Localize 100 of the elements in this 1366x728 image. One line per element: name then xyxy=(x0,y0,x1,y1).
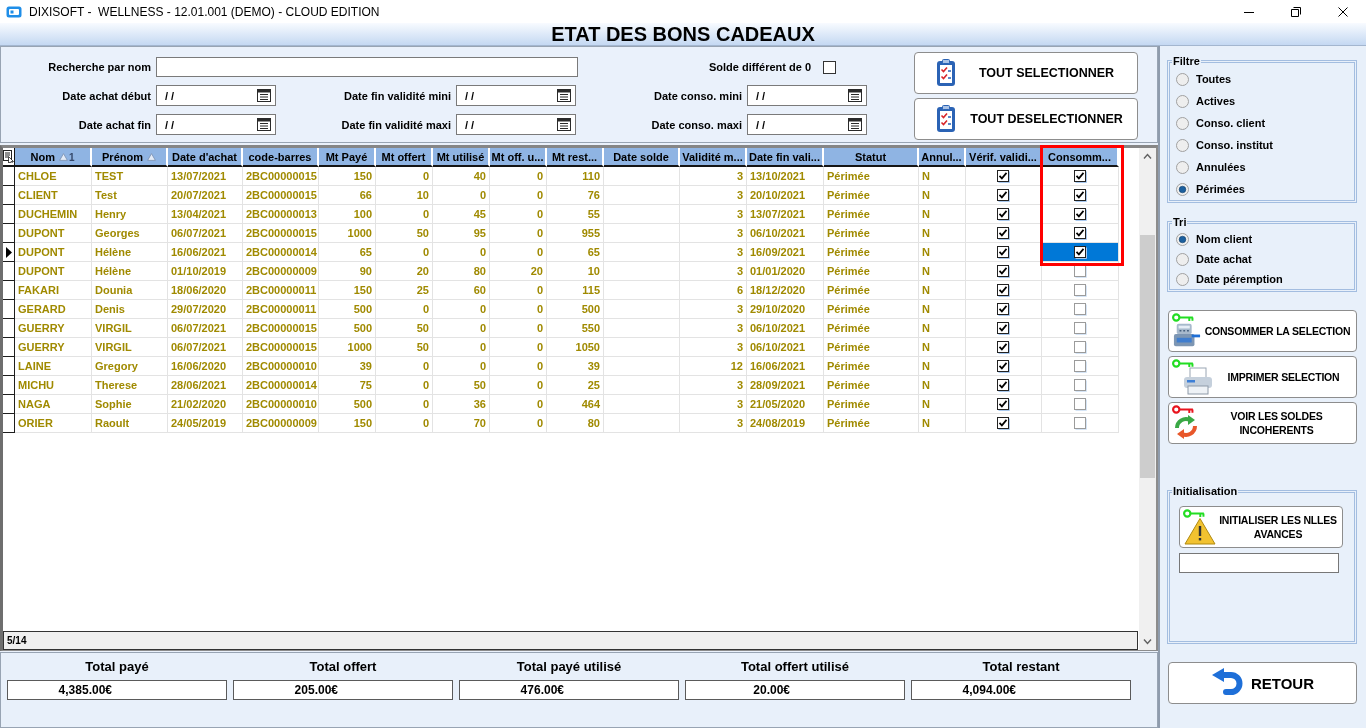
row-selector[interactable] xyxy=(3,338,15,357)
row-selector[interactable] xyxy=(3,186,15,205)
radio-option[interactable]: Conso. institut xyxy=(1176,134,1350,156)
back-button[interactable]: RETOUR xyxy=(1168,662,1357,704)
calendar-icon[interactable] xyxy=(848,118,862,131)
checkbox[interactable] xyxy=(997,359,1010,373)
row-selector[interactable] xyxy=(3,167,15,186)
checkbox[interactable] xyxy=(1073,378,1087,392)
radio-option[interactable]: Périmées xyxy=(1176,178,1350,200)
radio-option[interactable]: Date péremption xyxy=(1176,269,1350,289)
column-header[interactable]: Date solde xyxy=(604,148,680,167)
checkbox[interactable] xyxy=(997,321,1010,335)
radio-button[interactable] xyxy=(1176,94,1189,108)
row-selector[interactable] xyxy=(3,414,15,433)
checkbox[interactable] xyxy=(1073,302,1087,316)
radio-button[interactable] xyxy=(1176,182,1189,196)
calendar-icon[interactable] xyxy=(557,89,571,102)
calendar-icon[interactable] xyxy=(257,89,271,102)
checkbox[interactable] xyxy=(997,264,1010,278)
checkbox[interactable] xyxy=(997,226,1010,240)
column-header[interactable]: code-barres xyxy=(243,148,319,167)
column-header[interactable]: Prénom xyxy=(92,148,168,167)
chevron-down-icon[interactable] xyxy=(1143,638,1152,645)
row-selector[interactable] xyxy=(3,281,15,300)
row-selector[interactable] xyxy=(3,205,15,224)
chevron-up-icon[interactable] xyxy=(1143,153,1152,160)
checkbox[interactable] xyxy=(997,416,1010,430)
checkbox[interactable] xyxy=(997,169,1010,183)
column-header[interactable]: Consomm... xyxy=(1042,148,1119,167)
checkbox[interactable] xyxy=(1073,359,1087,373)
radio-button[interactable] xyxy=(1176,116,1189,130)
column-header[interactable]: Mt rest... xyxy=(547,148,604,167)
checkbox[interactable] xyxy=(997,378,1010,392)
calendar-icon[interactable] xyxy=(848,89,862,102)
checkbox[interactable] xyxy=(823,60,836,74)
checkbox[interactable] xyxy=(997,207,1010,221)
radio-button[interactable] xyxy=(1176,160,1189,174)
radio-option[interactable]: Annulées xyxy=(1176,156,1350,178)
radio-button[interactable] xyxy=(1176,72,1189,86)
text-field[interactable] xyxy=(1179,553,1339,573)
action-button[interactable]: IMPRIMER SELECTION xyxy=(1168,356,1357,398)
radio-button[interactable] xyxy=(1176,138,1189,152)
calendar-icon[interactable] xyxy=(557,118,571,131)
radio-option[interactable]: Conso. client xyxy=(1176,112,1350,134)
checkbox[interactable] xyxy=(1073,226,1087,240)
action-button[interactable]: VOIR LES SOLDES INCOHERENTS xyxy=(1168,402,1357,444)
row-selector[interactable] xyxy=(3,395,15,414)
scroll-thumb[interactable] xyxy=(1140,235,1155,478)
date-field[interactable]: / / xyxy=(456,85,576,106)
radio-option[interactable]: Nom client xyxy=(1176,229,1350,249)
checkbox[interactable] xyxy=(1073,264,1087,278)
checkbox[interactable] xyxy=(997,188,1010,202)
checkbox[interactable] xyxy=(1073,207,1087,221)
select-button[interactable]: TOUT SELECTIONNER xyxy=(914,52,1138,94)
checkbox[interactable] xyxy=(1073,340,1087,354)
checkbox[interactable] xyxy=(1073,245,1087,259)
column-header[interactable]: Mt utilisé xyxy=(433,148,490,167)
column-header[interactable]: Vérif. validi... xyxy=(966,148,1042,167)
radio-option[interactable]: Date achat xyxy=(1176,249,1350,269)
checkbox[interactable] xyxy=(1073,397,1087,411)
radio-button[interactable] xyxy=(1176,272,1189,286)
checkbox[interactable] xyxy=(997,245,1010,259)
checkbox[interactable] xyxy=(1073,416,1087,430)
column-header[interactable]: Date d'achat xyxy=(168,148,243,167)
column-header[interactable]: Mt off. u... xyxy=(490,148,547,167)
checkbox[interactable] xyxy=(997,340,1010,354)
init-button[interactable]: INITIALISER LES NLLES AVANCES xyxy=(1179,506,1343,548)
radio-option[interactable]: Actives xyxy=(1176,90,1350,112)
checkbox[interactable] xyxy=(997,397,1010,411)
radio-option[interactable]: Toutes xyxy=(1176,68,1350,90)
column-header[interactable]: Validité m... xyxy=(680,148,747,167)
checkbox[interactable] xyxy=(997,302,1010,316)
row-selector[interactable] xyxy=(3,376,15,395)
row-selector[interactable] xyxy=(3,300,15,319)
column-header[interactable]: Mt offert xyxy=(376,148,433,167)
column-header[interactable]: Date fin vali... xyxy=(747,148,824,167)
row-selector[interactable] xyxy=(3,224,15,243)
date-field[interactable]: / / xyxy=(456,114,576,135)
date-field[interactable]: / / xyxy=(747,114,867,135)
calendar-icon[interactable] xyxy=(257,118,271,131)
radio-button[interactable] xyxy=(1176,252,1189,266)
search-field[interactable] xyxy=(156,57,578,77)
sheet-cursor-icon[interactable] xyxy=(3,150,14,163)
column-header[interactable]: Nom 1 xyxy=(15,148,92,167)
checkbox[interactable] xyxy=(1073,283,1087,297)
action-button[interactable]: CONSOMMER LA SELECTION xyxy=(1168,310,1357,352)
row-selector[interactable] xyxy=(3,319,15,338)
column-header[interactable]: Annul... xyxy=(919,148,966,167)
date-field[interactable]: / / xyxy=(747,85,867,106)
checkbox[interactable] xyxy=(1073,169,1087,183)
row-selector[interactable] xyxy=(3,262,15,281)
date-field[interactable]: / / xyxy=(156,85,276,106)
date-field[interactable]: / / xyxy=(156,114,276,135)
checkbox[interactable] xyxy=(1073,321,1087,335)
radio-button[interactable] xyxy=(1176,232,1189,246)
column-header[interactable]: Statut xyxy=(824,148,919,167)
checkbox[interactable] xyxy=(1073,188,1087,202)
checkbox[interactable] xyxy=(997,283,1010,297)
column-header[interactable]: Mt Payé xyxy=(319,148,376,167)
select-button[interactable]: TOUT DESELECTIONNER xyxy=(914,98,1138,140)
